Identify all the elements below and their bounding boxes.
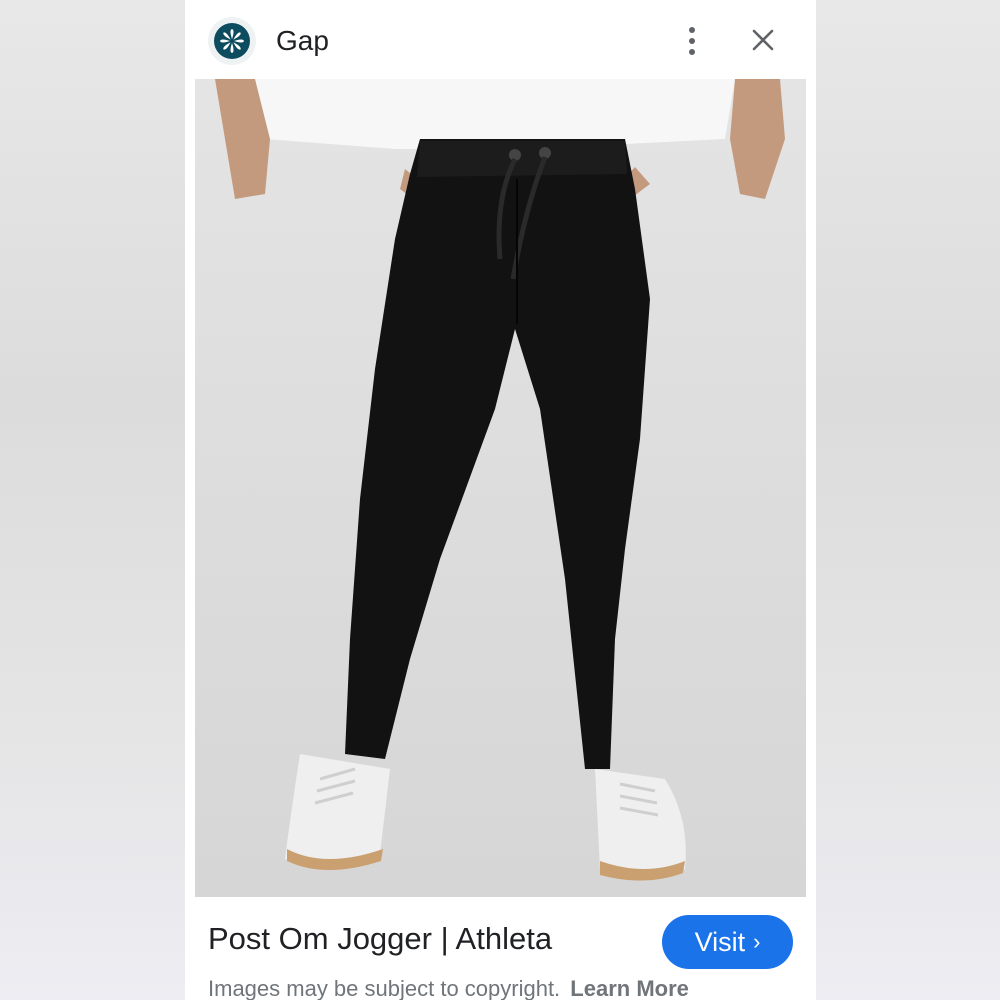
result-title[interactable]: Post Om Jogger | Athleta [208, 921, 552, 957]
more-vert-icon[interactable] [678, 22, 706, 60]
close-icon[interactable] [747, 24, 779, 56]
image-preview-card: Gap Post Om Jogger | Athleta Visit › Ima… [185, 0, 816, 1000]
copyright-text: Images may be subject to copyright. [208, 976, 561, 1000]
visit-label: Visit [694, 926, 746, 957]
preview-header: Gap [185, 0, 816, 80]
copyright-notice: Images may be subject to copyright. Lear… [208, 976, 689, 1000]
product-photo[interactable] [195, 79, 806, 897]
blurred-background-left [0, 0, 185, 1000]
blurred-background-right [816, 0, 1000, 1000]
visit-button[interactable]: Visit › [662, 915, 793, 969]
chevron-right-icon: › [753, 929, 761, 954]
learn-more-link[interactable]: Learn More [570, 976, 689, 1000]
pinwheel-logo-icon[interactable] [208, 17, 256, 65]
site-name[interactable]: Gap [276, 25, 329, 57]
